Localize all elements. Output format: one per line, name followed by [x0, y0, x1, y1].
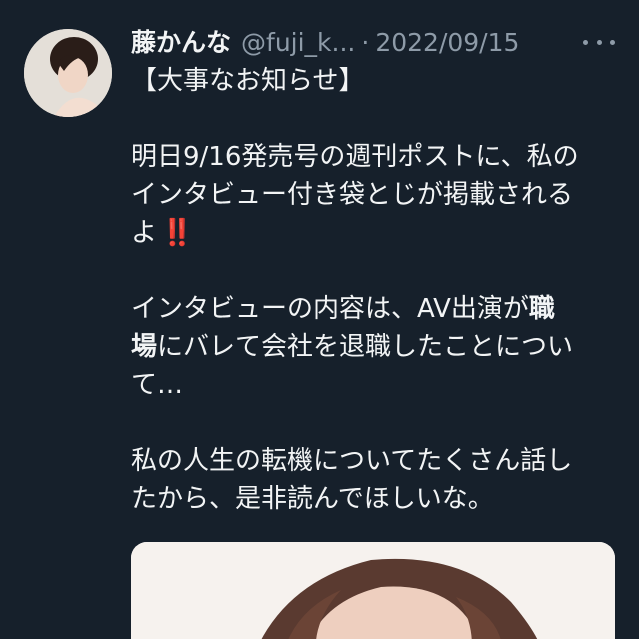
user-handle[interactable]: @fuji_k...: [241, 26, 355, 60]
tweet-text-segment: インタビューの内容は、AV出演が: [131, 294, 529, 324]
tweet-text: 【大事なお知らせ】 明日9/16発売号の週刊ポストに、私の インタビュー付き袋と…: [131, 62, 621, 518]
more-dot: [583, 39, 588, 45]
tweet-header: 藤かんな @fuji_k... · 2022/09/15: [131, 26, 519, 60]
tweet-line: よ ‼️: [131, 214, 621, 252]
tweet-text-segment: よ: [131, 218, 158, 248]
tweet-line: 私の人生の転機についてたくさん話し: [131, 446, 573, 476]
tweet-line: 明日9/16発売号の週刊ポストに、私の: [131, 142, 579, 172]
tweet: 藤かんな @fuji_k... · 2022/09/15 【大事なお知らせ】 明…: [0, 0, 639, 639]
bold-text: 職: [528, 294, 555, 324]
tweet-line: たから、是非読んでほしいな。: [131, 484, 494, 514]
more-dot: [610, 39, 615, 45]
more-dot: [596, 39, 602, 45]
bold-text: 場: [131, 332, 158, 362]
media-photo: [131, 542, 615, 639]
tweet-line: 場にバレて会社を退職したことについ: [131, 328, 621, 366]
display-name[interactable]: 藤かんな: [131, 26, 231, 60]
tweet-date[interactable]: 2022/09/15: [375, 26, 519, 60]
tweet-line: 【大事なお知らせ】: [131, 66, 365, 96]
tweet-text-segment: にバレて会社を退職したことについ: [157, 332, 574, 362]
tweet-line: インタビューの内容は、AV出演が職: [131, 290, 621, 328]
tweet-line: インタビュー付き袋とじが掲載される: [131, 180, 574, 210]
tweet-media-image[interactable]: [131, 542, 615, 639]
tweet-line: て…: [131, 370, 184, 400]
double-exclamation-icon: ‼️: [161, 218, 193, 248]
more-options-icon[interactable]: [583, 31, 615, 53]
separator-dot: ·: [361, 28, 370, 57]
avatar-photo: [24, 29, 112, 117]
avatar[interactable]: [24, 29, 112, 117]
